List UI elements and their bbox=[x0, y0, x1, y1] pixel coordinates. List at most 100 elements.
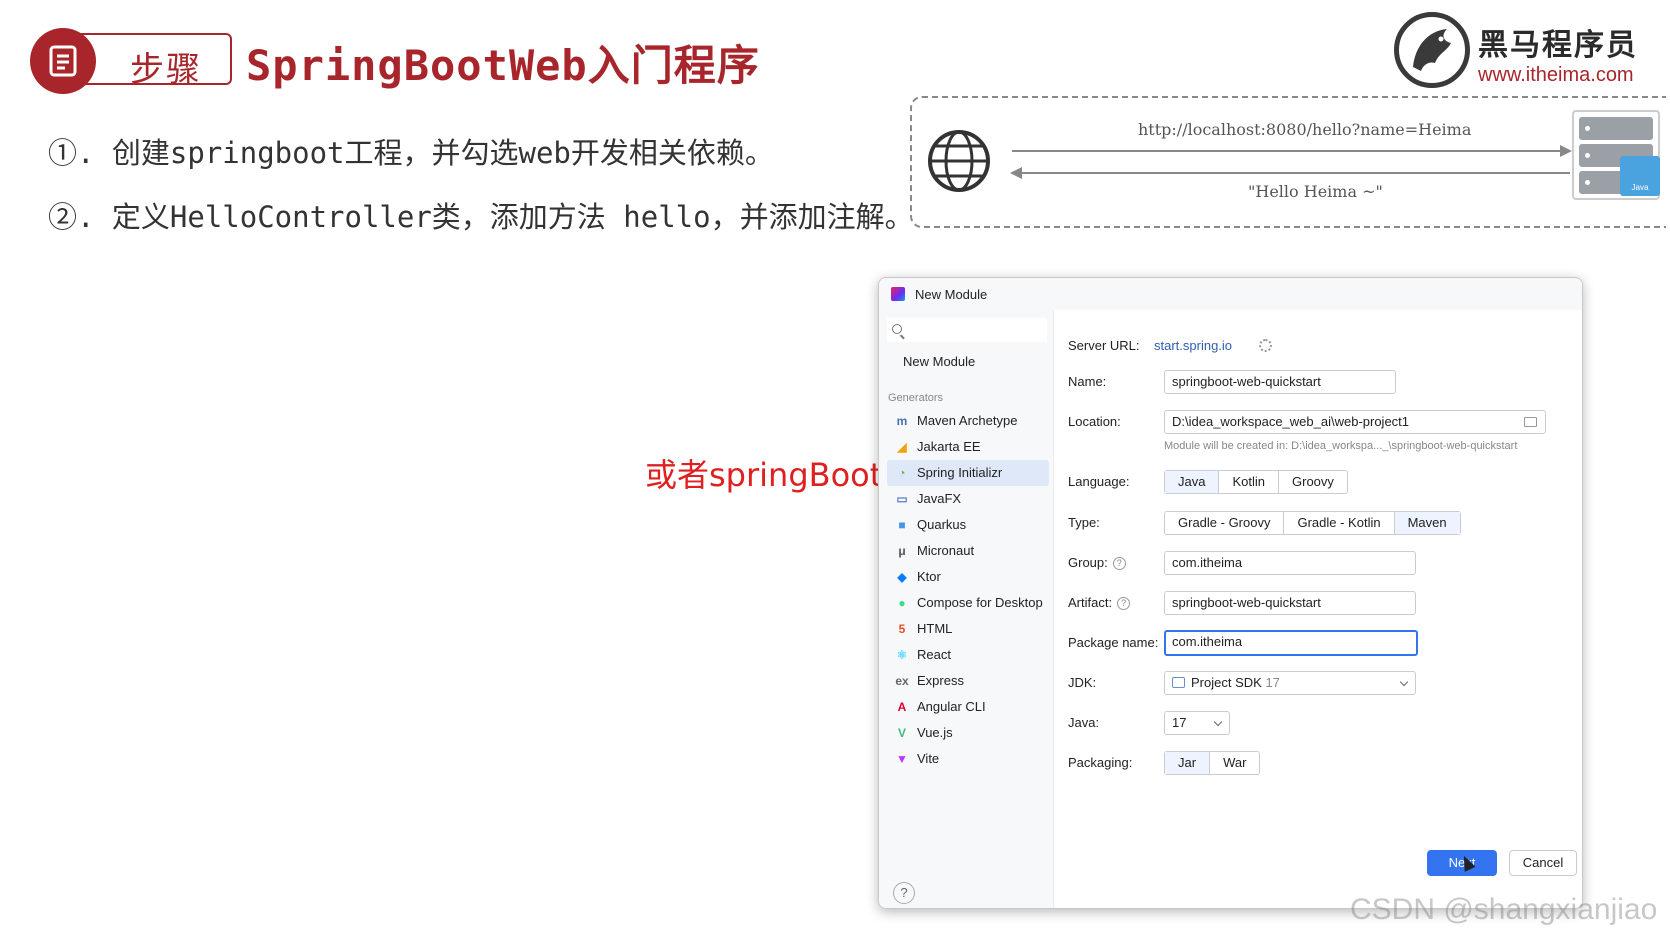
package-name-input[interactable]: com.itheima bbox=[1164, 630, 1418, 656]
sidebar-item-label: React bbox=[917, 647, 951, 662]
sidebar-item-label: Micronaut bbox=[917, 543, 975, 558]
generators-heading: Generators bbox=[888, 392, 944, 404]
sidebar-item-javafx[interactable]: ▭ JavaFX bbox=[887, 486, 1049, 512]
location-label: Location: bbox=[1068, 414, 1121, 429]
sidebar-item-label: Compose for Desktop bbox=[917, 595, 1043, 610]
server-url-link[interactable]: start.spring.io bbox=[1154, 338, 1232, 353]
browse-folder-icon[interactable] bbox=[1524, 417, 1537, 427]
type-option-maven[interactable]: Maven bbox=[1394, 512, 1460, 534]
step-badge-box: 步骤 bbox=[72, 33, 232, 90]
name-input[interactable]: springboot-web-quickstart bbox=[1164, 370, 1396, 394]
search-icon bbox=[892, 324, 902, 334]
html-icon: 5 bbox=[898, 622, 906, 636]
sidebar-item-vite[interactable]: ▼ Vite bbox=[887, 746, 1049, 772]
sidebar-item-ktor[interactable]: ◆ Ktor bbox=[887, 564, 1049, 590]
sidebar-item-label: JavaFX bbox=[917, 491, 962, 506]
packaging-selector: Jar War bbox=[1164, 751, 1261, 775]
compose-icon: ● bbox=[898, 596, 906, 610]
express-icon: ex bbox=[895, 674, 909, 688]
generator-sidebar: New Module Generators m Maven Archetype ◢ J… bbox=[879, 310, 1054, 908]
sidebar-item-label: Maven Archetype bbox=[917, 413, 1018, 428]
sidebar-item-label: Express bbox=[917, 673, 964, 688]
sidebar-item-vue-js[interactable]: V Vue.js bbox=[887, 720, 1049, 746]
language-selector: Java Kotlin Groovy bbox=[1164, 470, 1348, 494]
type-option-gradle-groovy[interactable]: Gradle - Groovy bbox=[1165, 512, 1285, 534]
generator-list: m Maven Archetype ◢ Jakarta EE ◔ Spring Initi… bbox=[887, 408, 1049, 772]
package-name-label: Package name: bbox=[1068, 635, 1159, 650]
gear-icon[interactable] bbox=[1259, 339, 1272, 352]
dialog-titlebar: New Module bbox=[879, 278, 1582, 310]
slide-title: SpringBootWeb入门程序 bbox=[246, 41, 760, 90]
help-circle-icon[interactable]: ? bbox=[1117, 597, 1131, 610]
language-option-groovy[interactable]: Groovy bbox=[1279, 471, 1347, 493]
dialog-title: New Module bbox=[915, 287, 988, 302]
help-button[interactable]: ? bbox=[893, 882, 915, 904]
java-folder-label: Java bbox=[1631, 183, 1649, 192]
sidebar-item-maven-archetype[interactable]: m Maven Archetype bbox=[887, 408, 1049, 434]
sidebar-item-micronaut[interactable]: μ Micronaut bbox=[887, 538, 1049, 564]
type-label: Type: bbox=[1068, 515, 1100, 530]
sidebar-item-compose-for-desktop[interactable]: ● Compose for Desktop bbox=[887, 590, 1049, 616]
sidebar-item-angular-cli[interactable]: A Angular CLI bbox=[887, 694, 1049, 720]
chevron-down-icon bbox=[1213, 717, 1223, 727]
java-version-value: 17 bbox=[1172, 715, 1187, 730]
watermark: CSDN @shangxianjiao bbox=[1350, 893, 1658, 926]
java-version-dropdown[interactable]: 17 bbox=[1164, 711, 1230, 735]
java-folder-icon: Java bbox=[1620, 156, 1660, 196]
group-input[interactable]: com.itheima bbox=[1164, 551, 1416, 575]
packaging-option-jar[interactable]: Jar bbox=[1165, 752, 1211, 774]
type-option-gradle-kotlin[interactable]: Gradle - Kotlin bbox=[1284, 512, 1395, 534]
sidebar-item-express[interactable]: ex Express bbox=[887, 668, 1049, 694]
sdk-folder-icon bbox=[1172, 677, 1185, 688]
vue-icon: V bbox=[897, 726, 906, 740]
sidebar-item-label: Jakarta EE bbox=[917, 439, 981, 454]
sidebar-search-input[interactable] bbox=[887, 318, 1047, 342]
jdk-dropdown[interactable]: Project SDK 17 bbox=[1164, 671, 1416, 695]
globe-icon bbox=[926, 128, 992, 194]
angular-icon: A bbox=[897, 700, 907, 714]
jakarta-icon: ◢ bbox=[897, 440, 907, 454]
horse-logo-icon bbox=[1394, 12, 1470, 88]
help-circle-icon[interactable]: ? bbox=[1112, 557, 1126, 570]
sidebar-item-label: Angular CLI bbox=[917, 699, 986, 714]
sidebar-item-react[interactable]: ⚛ React bbox=[887, 642, 1049, 668]
sidebar-item-jakarta-ee[interactable]: ◢ Jakarta EE bbox=[887, 434, 1049, 460]
sidebar-item-quarkus[interactable]: ■ Quarkus bbox=[887, 512, 1049, 538]
language-option-kotlin[interactable]: Kotlin bbox=[1219, 471, 1279, 493]
sidebar-item-label: Ktor bbox=[917, 569, 941, 584]
sidebar-item-new-module[interactable]: New Module bbox=[903, 354, 975, 369]
java-label: Java: bbox=[1068, 715, 1100, 730]
response-text: "Hello Heima ~" bbox=[1248, 182, 1383, 201]
server-url-label: Server URL: bbox=[1068, 338, 1140, 353]
server-rack-row bbox=[1579, 117, 1653, 140]
step-badge-label: 步骤 bbox=[130, 50, 202, 90]
step-1: ①. 创建springboot工程，并勾选web开发相关依赖。 bbox=[48, 136, 774, 170]
server-icon: Java bbox=[1572, 110, 1660, 200]
sidebar-item-html[interactable]: 5 HTML bbox=[887, 616, 1049, 642]
step-badge: 步骤 bbox=[30, 28, 232, 94]
document-icon bbox=[30, 28, 96, 94]
sidebar-item-label: Vue.js bbox=[917, 725, 953, 740]
cancel-button[interactable]: Cancel bbox=[1509, 850, 1577, 876]
maven-icon: m bbox=[896, 414, 908, 428]
hint-text: 或者springBoot bbox=[645, 456, 883, 494]
sidebar-item-label: HTML bbox=[917, 621, 953, 636]
new-module-dialog: New Module New Module Generators m Maven … bbox=[878, 277, 1583, 909]
ktor-icon: ◆ bbox=[897, 570, 907, 584]
sidebar-item-label: Quarkus bbox=[917, 517, 967, 532]
name-label: Name: bbox=[1068, 374, 1107, 389]
brand: 黑马程序员 www.itheima.com bbox=[1394, 12, 1654, 92]
micronaut-icon: μ bbox=[898, 544, 906, 558]
response-arrow bbox=[1010, 167, 1570, 179]
language-option-java[interactable]: Java bbox=[1165, 471, 1220, 493]
jdk-name: Project SDK bbox=[1191, 675, 1262, 690]
sidebar-item-spring-initializr[interactable]: ◔ Spring Initializr bbox=[887, 460, 1049, 486]
quarkus-icon: ■ bbox=[898, 518, 906, 532]
artifact-input[interactable]: springboot-web-quickstart bbox=[1164, 591, 1416, 615]
step-2: ②. 定义HelloController类，添加方法 hello，并添加注解。 bbox=[48, 200, 914, 234]
language-label: Language: bbox=[1068, 474, 1130, 489]
packaging-option-war[interactable]: War bbox=[1210, 752, 1259, 774]
jdk-label: JDK: bbox=[1068, 675, 1097, 690]
location-input[interactable]: D:\idea_workspace_web_ai\web-project1 bbox=[1164, 410, 1546, 434]
module-form: Server URL: start.spring.io Name: spring… bbox=[1054, 310, 1582, 908]
